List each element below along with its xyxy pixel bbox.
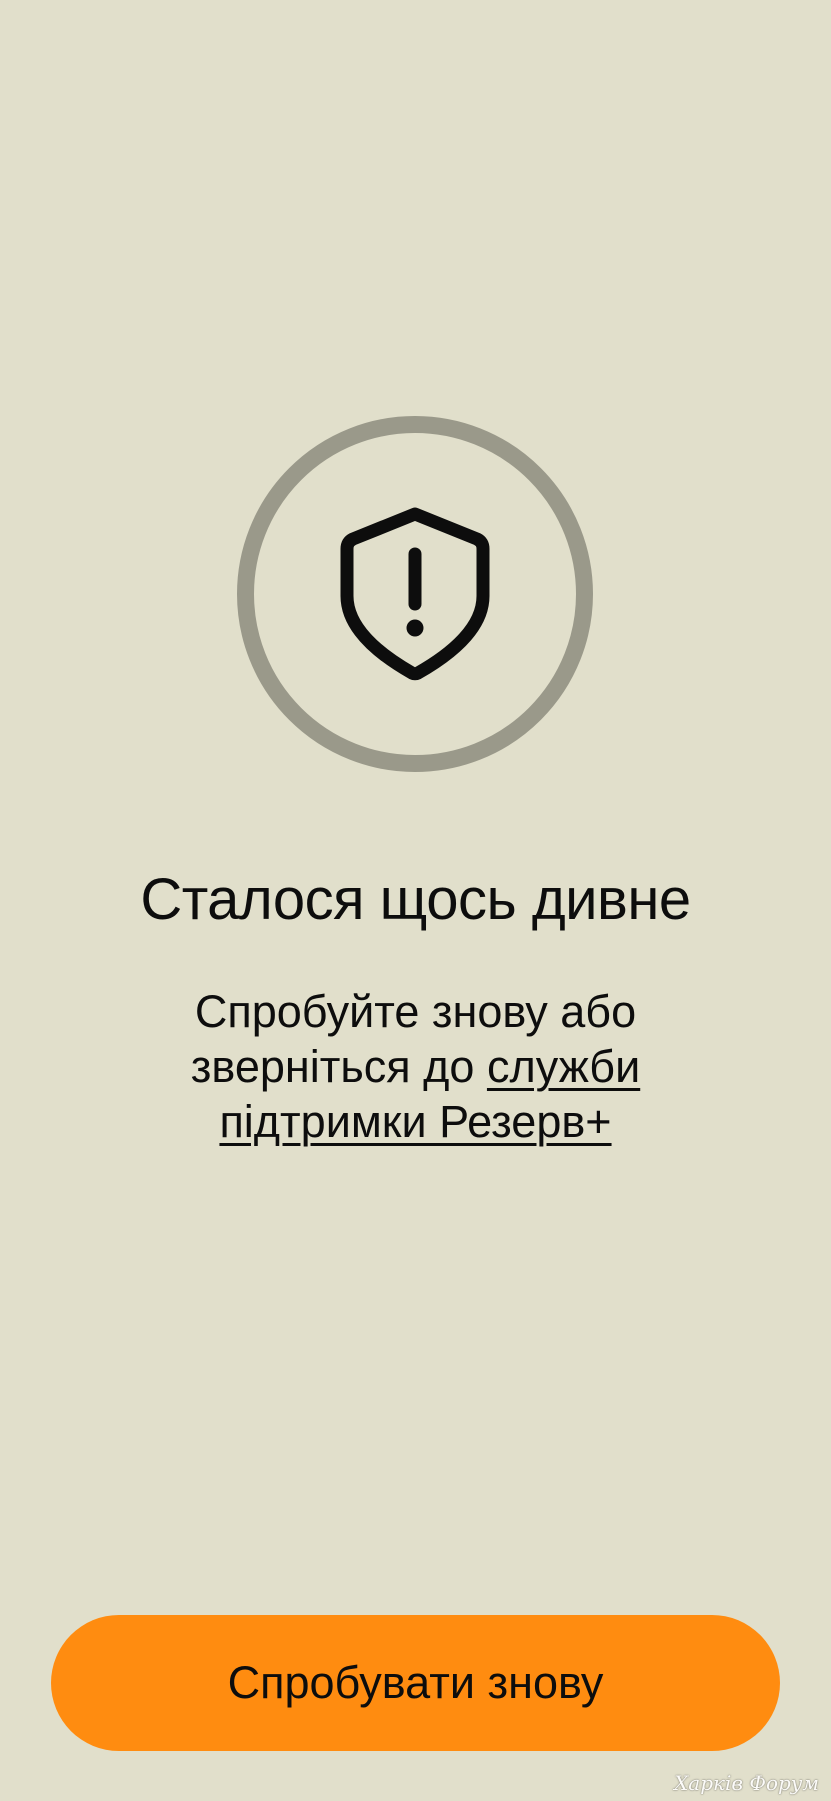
retry-button[interactable]: Спробувати знову — [51, 1615, 780, 1751]
error-screen: Сталося щось дивне Спробуйте знову або зв… — [0, 0, 831, 1801]
support-link-part-2: підтримки Резерв+ — [219, 1096, 612, 1147]
error-message: Спробуйте знову або зверніться до служби п… — [100, 984, 731, 1149]
error-title: Сталося щось дивне — [140, 867, 691, 932]
support-link-part-1: служби — [486, 1041, 641, 1092]
error-status-ring — [237, 416, 593, 772]
error-message-line-2-prefix: зверніться до — [190, 1041, 487, 1092]
shield-alert-icon — [340, 507, 490, 681]
error-message-line-1: Спробуйте знову або — [194, 986, 637, 1037]
watermark: Харків Форум — [674, 1771, 819, 1795]
